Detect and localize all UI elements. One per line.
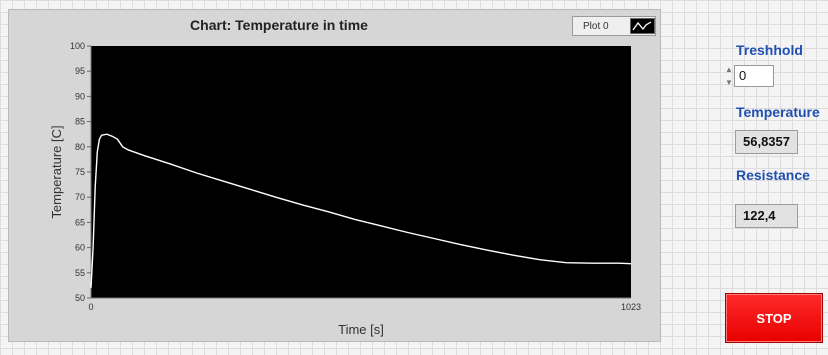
y-tick-label: 80 (75, 142, 85, 152)
x-tick-label: 0 (88, 302, 93, 312)
decrement-arrow-icon[interactable]: ▼ (725, 77, 733, 88)
x-tick-label: 1023 (621, 302, 641, 312)
y-tick-label: 85 (75, 117, 85, 127)
y-tick-label: 75 (75, 167, 85, 177)
threshold-input[interactable]: 0 (734, 65, 774, 87)
resistance-label: Resistance (736, 167, 810, 183)
x-tick-group: 0 1023 (88, 302, 641, 312)
y-tick-label: 70 (75, 192, 85, 202)
y-tick-label: 65 (75, 217, 85, 227)
x-axis-label: Time [s] (338, 322, 384, 337)
y-tick-label: 60 (75, 243, 85, 253)
y-tick-group: 100 95 90 85 80 75 70 65 60 55 50 (70, 41, 91, 303)
stop-button[interactable]: STOP (725, 293, 823, 343)
threshold-spinner[interactable]: ▲ ▼ (724, 64, 734, 88)
y-tick-label: 90 (75, 91, 85, 101)
resistance-indicator: 122,4 (735, 204, 798, 228)
y-tick-label: 50 (75, 293, 85, 303)
y-axis-label: Temperature [C] (49, 125, 64, 218)
threshold-label: Treshhold (736, 42, 803, 58)
temperature-indicator: 56,8357 (735, 130, 798, 154)
y-tick-label: 100 (70, 41, 85, 51)
y-tick-label: 55 (75, 268, 85, 278)
threshold-control: ▲ ▼ 0 (724, 64, 774, 88)
y-tick-label: 95 (75, 66, 85, 76)
chart-panel: Chart: Temperature in time Plot 0 100 95 9… (8, 9, 661, 342)
temperature-label: Temperature (736, 104, 820, 120)
temperature-chart: 100 95 90 85 80 75 70 65 60 55 50 0 1023 Time [s] T… (49, 41, 641, 337)
increment-arrow-icon[interactable]: ▲ (725, 64, 733, 75)
